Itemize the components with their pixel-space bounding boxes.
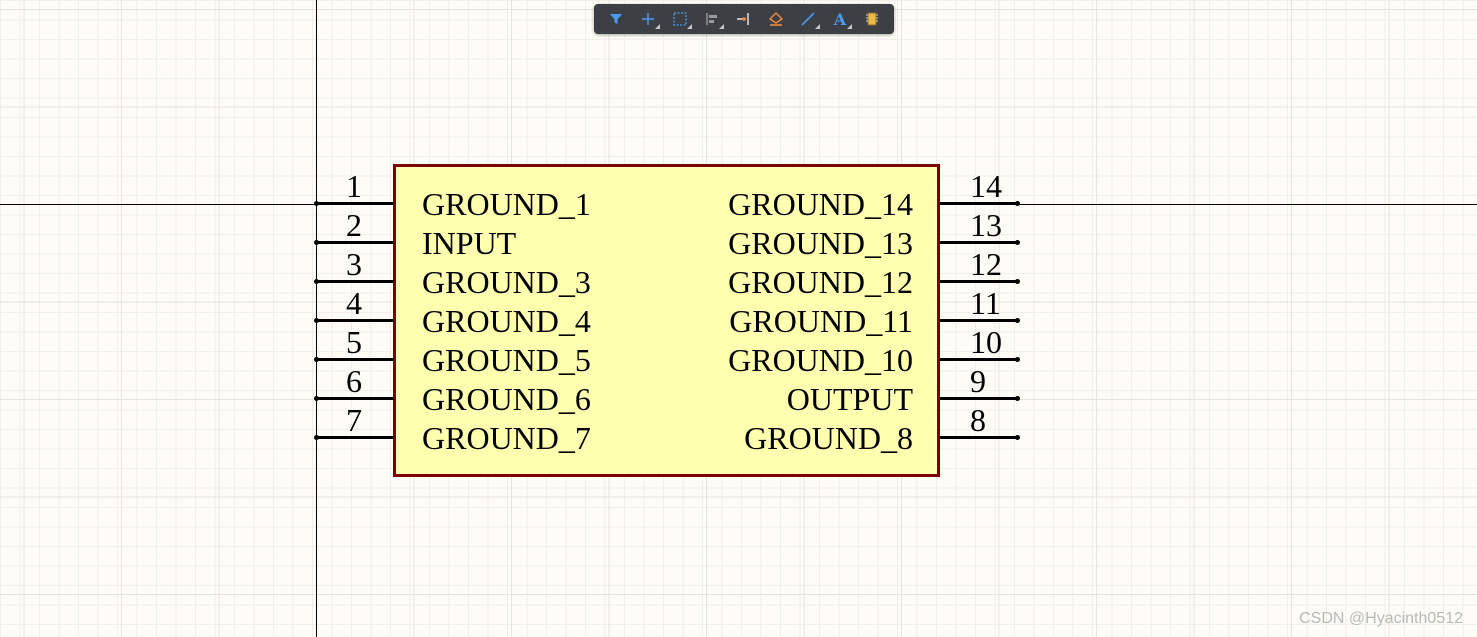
pin-hotspot (1015, 318, 1020, 323)
pin-hotspot (314, 240, 319, 245)
pin-hotspot (1015, 201, 1020, 206)
pin-number: 3 (346, 246, 362, 282)
dropdown-arrow-icon (719, 24, 724, 29)
pin-number: 13 (970, 207, 1002, 243)
place-text-button[interactable]: A (824, 6, 856, 32)
pin-hotspot (1015, 240, 1020, 245)
place-line-button[interactable] (792, 6, 824, 32)
pin-hotspot (1015, 435, 1020, 440)
fill-shape-icon (768, 12, 784, 26)
pin-hotspot (314, 201, 319, 206)
pin-name: OUTPUT (786, 381, 913, 417)
pin-hotspot (314, 318, 319, 323)
pin-number: 1 (346, 168, 362, 204)
pin-name: GROUND_12 (728, 264, 913, 300)
pin-hotspot (1015, 357, 1020, 362)
select-area-button[interactable] (664, 6, 696, 32)
pin-name: GROUND_5 (422, 342, 591, 378)
pin-name: GROUND_10 (728, 342, 913, 378)
pin-name: GROUND_14 (728, 186, 913, 222)
dropdown-arrow-icon (815, 24, 820, 29)
pin-hotspot (314, 396, 319, 401)
pin-name: INPUT (422, 225, 517, 261)
dropdown-arrow-icon (655, 24, 660, 29)
pin-number: 6 (346, 363, 362, 399)
dropdown-arrow-icon (687, 24, 692, 29)
place-component-button[interactable] (856, 6, 888, 32)
dropdown-arrow-icon (847, 24, 852, 29)
selection-rect-icon (673, 12, 687, 26)
pin-hotspot (314, 357, 319, 362)
pin-name: GROUND_7 (422, 420, 591, 456)
pin-number: 8 (970, 402, 986, 438)
pin-name: GROUND_4 (422, 303, 591, 339)
filter-button[interactable] (600, 6, 632, 32)
place-pin-button[interactable] (728, 6, 760, 32)
pin-number: 11 (970, 285, 1001, 321)
pin-name: GROUND_3 (422, 264, 591, 300)
pin-number: 9 (970, 363, 986, 399)
pin-number: 14 (970, 168, 1002, 204)
pin-name: GROUND_13 (728, 225, 913, 261)
pin-hotspot (1015, 279, 1020, 284)
pin-number: 5 (346, 324, 362, 360)
pin-name: GROUND_6 (422, 381, 591, 417)
pin-name: GROUND_8 (744, 420, 913, 456)
pin-name: GROUND_1 (422, 186, 591, 222)
pin-number: 7 (346, 402, 362, 438)
pin-hotspot (314, 435, 319, 440)
filter-icon (610, 14, 622, 24)
text-icon: A (833, 9, 847, 29)
align-icon (706, 13, 717, 25)
place-shape-button[interactable] (760, 6, 792, 32)
pin-number: 10 (970, 324, 1002, 360)
plus-icon (642, 13, 654, 25)
place-cross-button[interactable] (632, 6, 664, 32)
pin-number: 12 (970, 246, 1002, 282)
place-pin-icon (737, 13, 749, 25)
pin-hotspot (314, 279, 319, 284)
pin-number: 2 (346, 207, 362, 243)
watermark: CSDN @Hyacinth0512 (1299, 610, 1463, 627)
pin-number: 4 (346, 285, 362, 321)
pin-name: GROUND_11 (729, 303, 913, 339)
line-icon (801, 12, 815, 26)
align-button[interactable] (696, 6, 728, 32)
component-icon (866, 12, 878, 26)
active-bar-toolbar: A (594, 4, 894, 34)
pin-hotspot (1015, 396, 1020, 401)
